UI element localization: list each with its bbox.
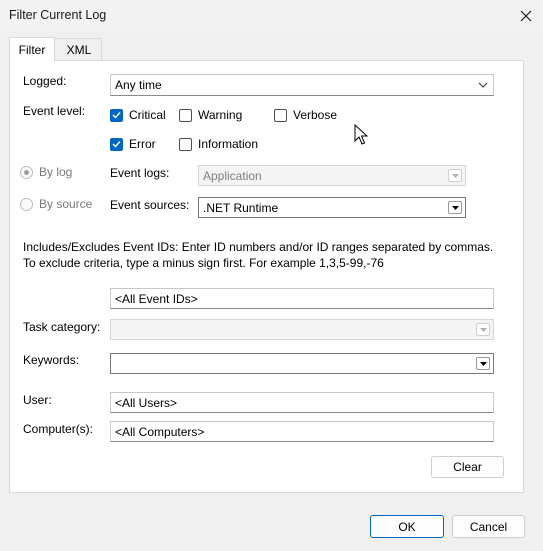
event-sources-label: Event sources: bbox=[110, 198, 190, 212]
logged-dropdown[interactable]: Any time bbox=[110, 74, 494, 96]
dropdown-button bbox=[448, 169, 462, 182]
chevron-down-icon bbox=[451, 173, 459, 178]
checkbox-box bbox=[179, 108, 192, 122]
checkbox-box bbox=[110, 108, 123, 122]
close-button[interactable] bbox=[515, 5, 537, 27]
computers-label: Computer(s): bbox=[23, 422, 94, 436]
checkbox-box bbox=[179, 137, 192, 151]
mouse-cursor-icon bbox=[354, 123, 369, 149]
task-category-label: Task category: bbox=[23, 320, 101, 334]
warning-checkbox[interactable]: Warning bbox=[179, 108, 242, 122]
logged-label: Logged: bbox=[23, 74, 67, 88]
check-icon bbox=[112, 141, 121, 148]
event-ids-description: Includes/Excludes Event IDs: Enter ID nu… bbox=[23, 240, 494, 270]
checkbox-box bbox=[274, 108, 287, 122]
dropdown-button bbox=[476, 357, 490, 370]
verbose-checkbox[interactable]: Verbose bbox=[274, 108, 337, 122]
tab-filter[interactable]: Filter bbox=[9, 37, 55, 61]
user-label: User: bbox=[23, 393, 52, 407]
checkbox-box bbox=[110, 137, 123, 151]
by-log-radio[interactable]: By log bbox=[20, 165, 72, 179]
logged-value: Any time bbox=[115, 78, 162, 92]
dropdown-button bbox=[448, 201, 462, 214]
chevron-down-icon bbox=[479, 327, 487, 332]
clear-button[interactable]: Clear bbox=[431, 456, 504, 478]
keywords-dropdown[interactable] bbox=[110, 353, 494, 374]
computers-input[interactable]: <All Computers> bbox=[110, 421, 494, 442]
cancel-button[interactable]: Cancel bbox=[452, 515, 525, 538]
event-logs-label: Event logs: bbox=[110, 166, 170, 180]
keywords-label: Keywords: bbox=[23, 353, 80, 367]
critical-checkbox[interactable]: Critical bbox=[110, 108, 166, 122]
event-sources-dropdown[interactable]: .NET Runtime bbox=[198, 197, 466, 218]
chevron-down-icon bbox=[479, 361, 487, 366]
user-input[interactable]: <All Users> bbox=[110, 392, 494, 413]
error-checkbox[interactable]: Error bbox=[110, 137, 156, 151]
chevron-down-icon bbox=[477, 79, 489, 91]
by-source-radio[interactable]: By source bbox=[20, 197, 92, 211]
tab-xml[interactable]: XML bbox=[54, 38, 102, 60]
event-ids-input[interactable]: <All Event IDs> bbox=[110, 288, 494, 309]
window-title: Filter Current Log bbox=[9, 8, 107, 22]
radio-circle bbox=[20, 197, 33, 211]
check-icon bbox=[112, 112, 121, 119]
close-icon bbox=[520, 10, 532, 22]
event-level-label: Event level: bbox=[23, 104, 86, 118]
dropdown-button bbox=[476, 323, 490, 336]
event-logs-dropdown[interactable]: Application bbox=[198, 165, 466, 186]
ok-button[interactable]: OK bbox=[370, 515, 444, 538]
task-category-dropdown[interactable] bbox=[110, 319, 494, 340]
chevron-down-icon bbox=[451, 205, 459, 210]
radio-circle bbox=[20, 165, 33, 179]
information-checkbox[interactable]: Information bbox=[179, 137, 258, 151]
